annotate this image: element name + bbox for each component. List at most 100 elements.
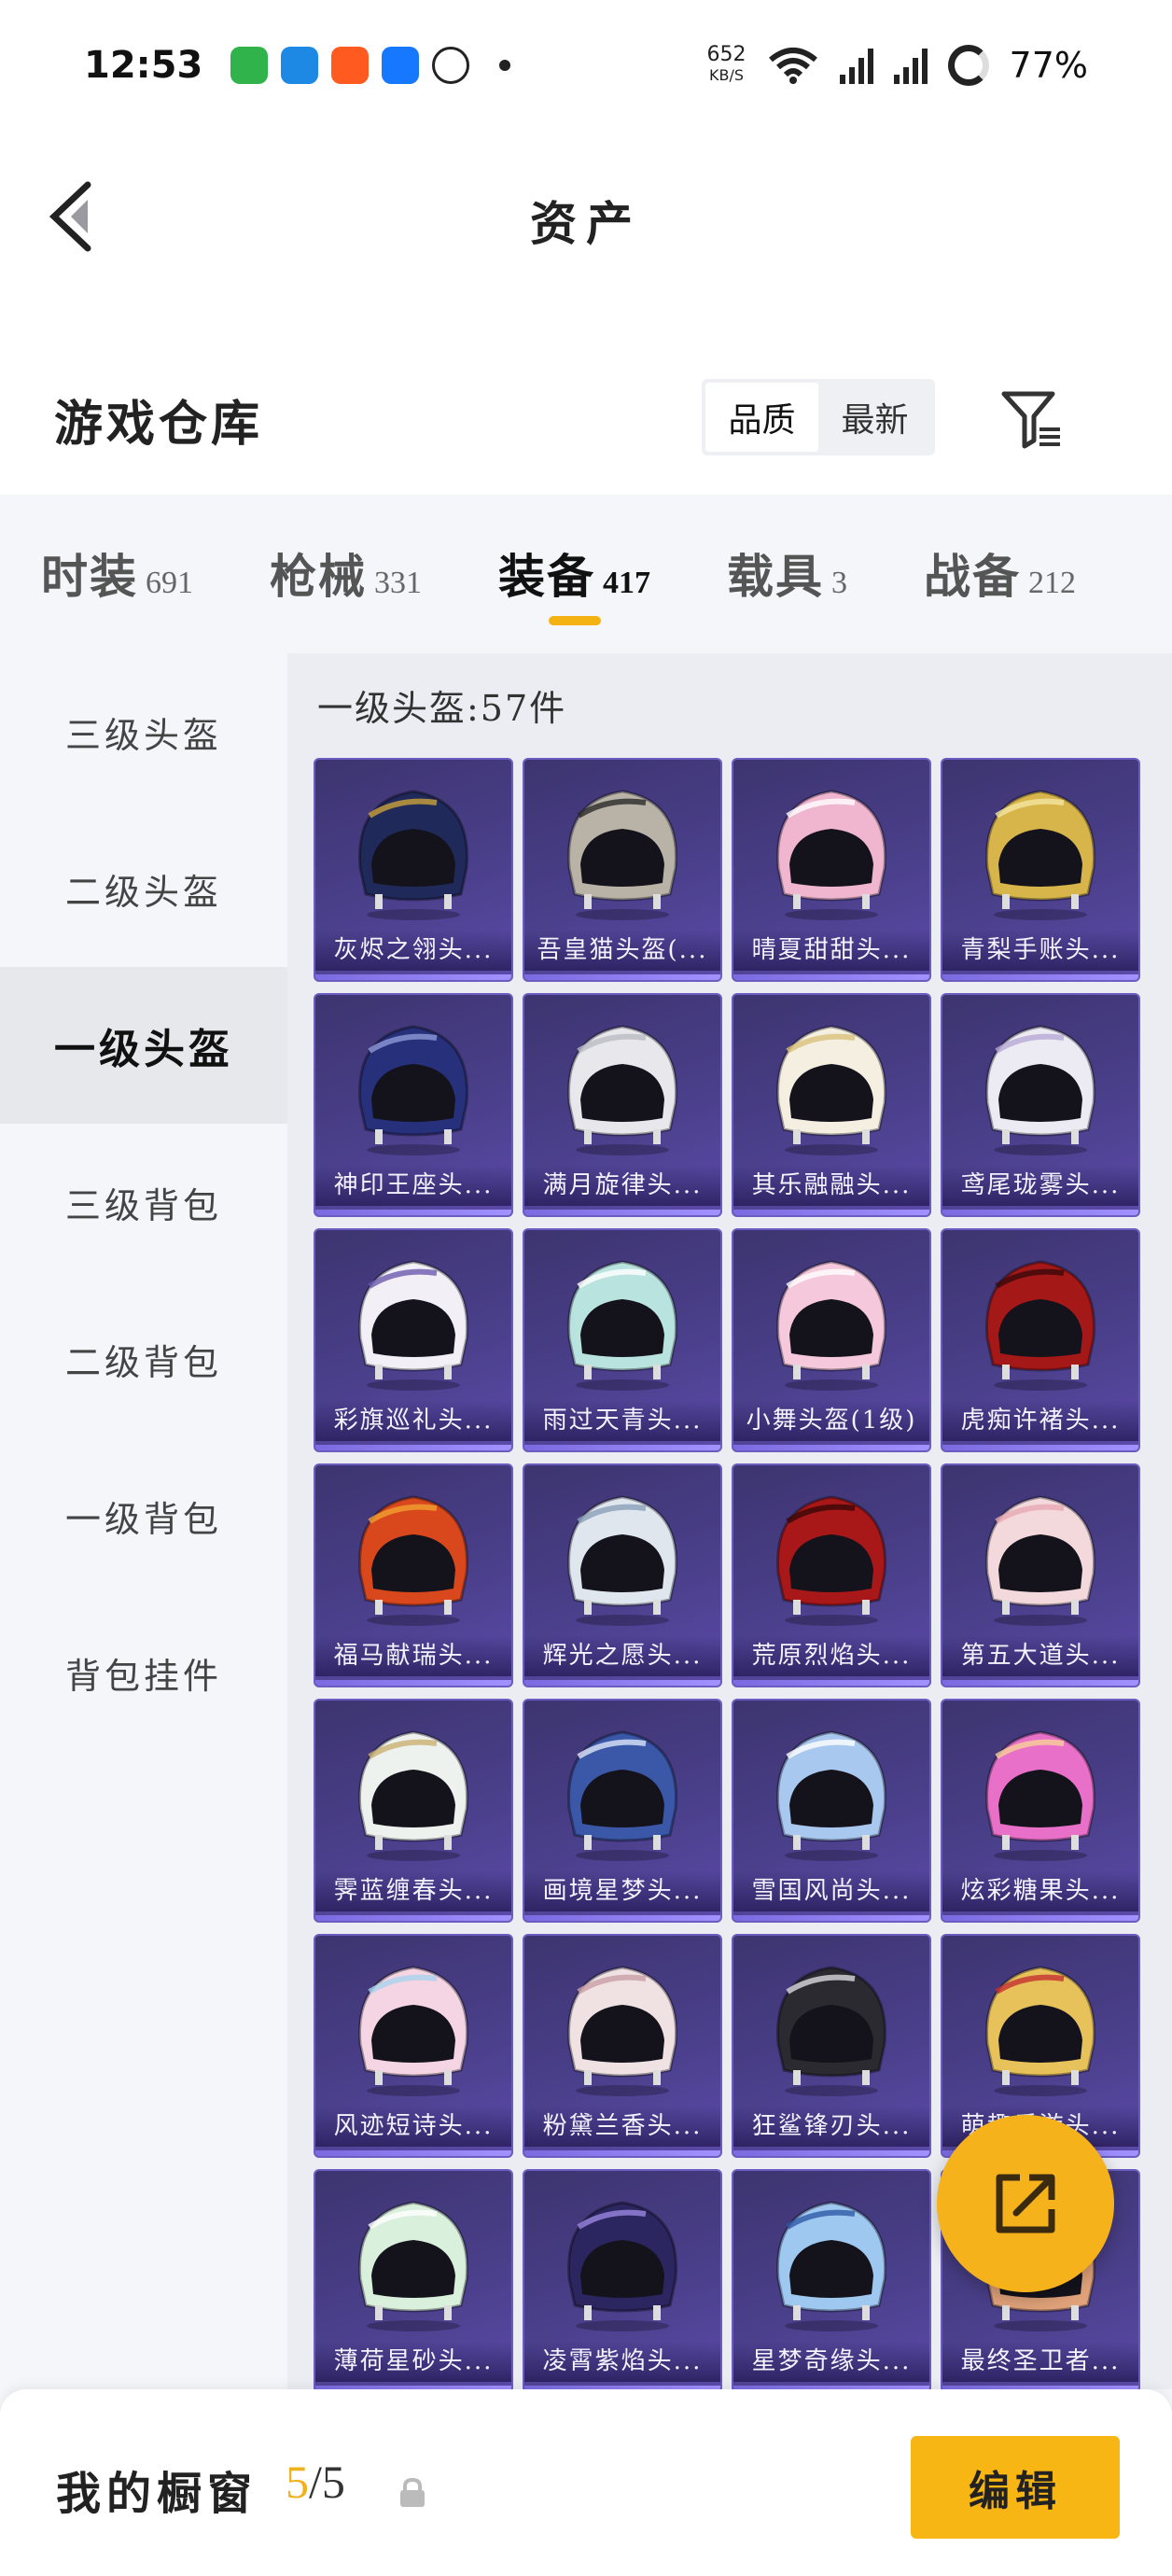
helmet-name: 荒原烈焰头... [733, 1635, 929, 1676]
helmet-card[interactable]: 神印王座头... [314, 993, 513, 1217]
helmet-name: 满月旋律头... [524, 1165, 720, 1206]
helmet-image [942, 1010, 1138, 1169]
helmet-image [315, 1951, 511, 2109]
status-indicators: 652 KB/S 77% [707, 45, 1088, 86]
category-tab-label: 战备 [924, 549, 1021, 604]
sidebar-item[interactable]: 背包挂件 [0, 1594, 287, 1751]
sidebar-item[interactable]: 一级头盔 [0, 967, 287, 1124]
helmet-card[interactable]: 荒原烈焰头... [732, 1463, 931, 1687]
helmet-card[interactable]: 狂鲨锋刃头... [732, 1934, 931, 2158]
category-tab-label: 装备 [498, 549, 595, 604]
network-speed-value: 652 [706, 43, 746, 66]
helmet-name: 虎痴许褚头... [942, 1400, 1138, 1441]
helmet-card[interactable]: 薄荷星砂头... [314, 2169, 513, 2389]
helmet-image [315, 1245, 511, 1404]
category-tab[interactable]: 装备 417 [498, 495, 650, 625]
helmet-icon [566, 1966, 678, 2096]
helmet-card[interactable]: 满月旋律头... [523, 993, 722, 1217]
helmet-icon [357, 1025, 469, 1155]
helmet-card[interactable]: 青梨手账头... [941, 758, 1140, 982]
category-tab-count: 331 [374, 566, 422, 600]
sidebar-item[interactable]: 二级背包 [0, 1281, 287, 1437]
helmet-name: 薄荷星砂头... [315, 2341, 511, 2382]
helmet-image [524, 2186, 720, 2345]
helmet-card[interactable]: 画境星梦头... [523, 1699, 722, 1923]
helmet-image [942, 775, 1138, 933]
battery-percent: 77% [1009, 45, 1088, 86]
active-tab-indicator [548, 616, 601, 625]
category-tab-label: 时装 [41, 549, 138, 604]
helmet-card[interactable]: 晴夏甜甜头... [732, 758, 931, 982]
oppo-app-icon [230, 47, 269, 84]
helmet-image [942, 1480, 1138, 1639]
helmet-icon [357, 1260, 469, 1391]
helmet-card[interactable]: 彩旗巡礼头... [314, 1228, 513, 1452]
network-speed-unit: KB/S [709, 66, 745, 84]
helmet-card[interactable]: 第五大道头... [941, 1463, 1140, 1687]
helmet-name: 晴夏甜甜头... [733, 930, 929, 971]
helmet-image [942, 1951, 1138, 2109]
helmet-card[interactable]: 粉黛兰香头... [523, 1934, 722, 2158]
helmet-card[interactable]: 虎痴许褚头... [941, 1228, 1140, 1452]
helmet-card[interactable]: 辉光之愿头... [523, 1463, 722, 1687]
helmet-image [524, 775, 720, 933]
helmet-icon [775, 2201, 887, 2331]
helmet-card[interactable]: 其乐融融头... [732, 993, 931, 1217]
share-button[interactable] [937, 2115, 1114, 2292]
helmet-card[interactable]: 雨过天青头... [523, 1228, 722, 1452]
sidebar-item[interactable]: 三级背包 [0, 1124, 287, 1281]
helmet-icon [566, 1025, 678, 1155]
signal-5g-icon-1 [839, 47, 873, 84]
helmet-icon [775, 790, 887, 920]
helmet-card[interactable]: 风迹短诗头... [314, 1934, 513, 2158]
sort-quality-option[interactable]: 品质 [705, 383, 818, 452]
showcase-count: 5/5 [286, 2455, 345, 2509]
helmet-icon [566, 1495, 678, 1626]
helmet-name: 霁蓝缠春头... [315, 1870, 511, 1911]
helmet-image [733, 1245, 929, 1404]
helmet-card[interactable]: 吾皇猫头盔(... [523, 758, 722, 982]
category-tab[interactable]: 载具 3 [727, 495, 847, 604]
helmet-image [524, 1245, 720, 1404]
helmet-image [733, 1480, 929, 1639]
helmet-name: 辉光之愿头... [524, 1635, 720, 1676]
helmet-name: 雨过天青头... [524, 1400, 720, 1441]
category-tab[interactable]: 枪械 331 [270, 495, 422, 604]
alipay-app-icon [382, 47, 420, 84]
sort-newest-option[interactable]: 最新 [818, 383, 931, 452]
helmet-image [315, 1010, 511, 1169]
filter-icon[interactable] [998, 386, 1066, 454]
helmet-image [524, 1715, 720, 1874]
helmet-image [524, 1010, 720, 1169]
sidebar-item[interactable]: 一级背包 [0, 1437, 287, 1594]
helmet-card[interactable]: 小舞头盔(1级) [732, 1228, 931, 1452]
helmet-card[interactable]: 凌霄紫焰头... [523, 2169, 722, 2389]
category-tab[interactable]: 战备 212 [924, 495, 1076, 604]
helmet-name: 福马献瑞头... [315, 1635, 511, 1676]
helmet-name: 星梦奇缘头... [733, 2341, 929, 2382]
content-header: 一级头盔:57件 [317, 688, 567, 729]
category-tab[interactable]: 时装 691 [41, 495, 193, 604]
helmet-card[interactable]: 霁蓝缠春头... [314, 1699, 513, 1923]
helmet-name: 狂鲨锋刃头... [733, 2106, 929, 2147]
helmet-image [733, 2186, 929, 2345]
edit-button[interactable]: 编辑 [911, 2436, 1120, 2539]
helmet-card[interactable]: 福马献瑞头... [314, 1463, 513, 1687]
helmet-icon [566, 1730, 678, 1861]
helmet-name: 炫彩糖果头... [942, 1870, 1138, 1911]
helmet-icon [984, 1025, 1096, 1155]
network-speed: 652 KB/S [707, 45, 746, 86]
sidebar-item[interactable]: 三级头盔 [0, 653, 287, 810]
helmet-image [942, 1715, 1138, 1874]
helmet-card[interactable]: 灰烬之翎头... [314, 758, 513, 982]
helmet-image [524, 1951, 720, 2109]
app-header: 资产 [0, 131, 1172, 317]
helmet-icon [984, 790, 1096, 920]
helmet-card[interactable]: 雪国风尚头... [732, 1699, 931, 1923]
cloud-app-icon [281, 47, 319, 84]
helmet-name: 画境星梦头... [524, 1870, 720, 1911]
helmet-card[interactable]: 鸢尾珑雾头... [941, 993, 1140, 1217]
helmet-card[interactable]: 星梦奇缘头... [732, 2169, 931, 2389]
sidebar-item[interactable]: 二级头盔 [0, 810, 287, 967]
helmet-card[interactable]: 炫彩糖果头... [941, 1699, 1140, 1923]
